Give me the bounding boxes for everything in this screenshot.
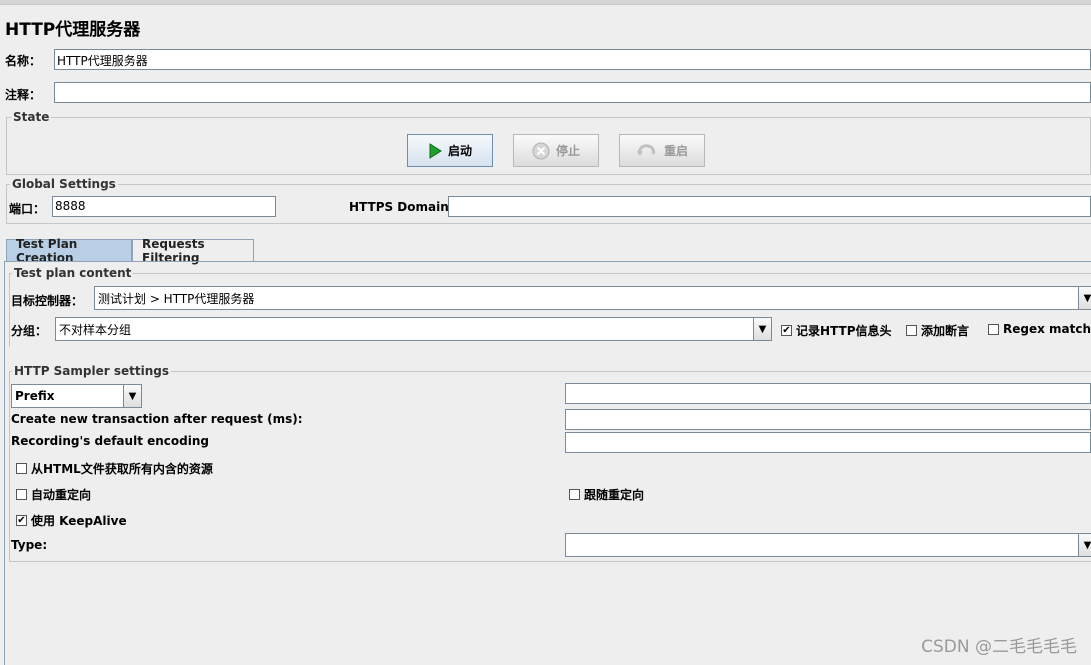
tab-requests-filtering[interactable]: Requests Filtering xyxy=(132,237,254,265)
global-settings-legend: Global Settings xyxy=(10,177,118,191)
default-encoding-label: Recording's default encoding xyxy=(11,434,209,448)
group-select[interactable]: 不对样本分组 ▼ xyxy=(55,317,772,341)
play-icon xyxy=(428,142,442,159)
watermark: CSDN @二毛毛毛毛 xyxy=(921,637,1077,657)
start-button-label: 启动 xyxy=(447,144,472,158)
chevron-down-icon: ▼ xyxy=(1078,287,1091,309)
target-controller-select[interactable]: 测试计划 > HTTP代理服务器 ▼ xyxy=(94,286,1091,310)
checkbox-checked-icon: ✔ xyxy=(781,324,792,336)
name-label: 名称： xyxy=(5,54,42,68)
checkbox-icon xyxy=(569,489,580,500)
auto-redirect-label: 自动重定向 xyxy=(31,488,92,502)
add-assertions-label: 添加断言 xyxy=(921,324,970,338)
start-button[interactable]: 启动 xyxy=(407,134,493,167)
prefix-field[interactable] xyxy=(565,383,1091,404)
restart-icon xyxy=(636,143,658,159)
transaction-delay-field[interactable] xyxy=(565,409,1091,430)
fetch-embedded-resources-checkbox[interactable]: 从HTML文件获取所有内含的资源 xyxy=(16,460,213,477)
regex-matching-checkbox[interactable]: Regex matching xyxy=(988,322,1091,336)
prefix-select[interactable]: Prefix ▼ xyxy=(11,384,142,408)
prefix-value: Prefix xyxy=(15,389,55,403)
page-title: HTTP代理服务器 xyxy=(5,20,141,40)
target-controller-label: 目标控制器： xyxy=(11,294,84,308)
keepalive-checkbox[interactable]: ✔ 使用 KeepAlive xyxy=(16,512,127,529)
target-controller-value: 测试计划 > HTTP代理服务器 xyxy=(98,291,255,306)
fetch-embedded-resources-label: 从HTML文件获取所有内含的资源 xyxy=(31,462,213,476)
follow-redirects-label: 跟随重定向 xyxy=(584,488,645,502)
chevron-down-icon: ▼ xyxy=(1078,534,1091,556)
record-http-headers-checkbox[interactable]: ✔ 记录HTTP信息头 xyxy=(781,322,892,339)
checkbox-checked-icon: ✔ xyxy=(16,514,27,526)
state-legend: State xyxy=(11,110,52,124)
checkbox-icon xyxy=(906,325,917,336)
name-field[interactable]: HTTP代理服务器 xyxy=(54,49,1091,70)
http-sampler-settings-legend: HTTP Sampler settings xyxy=(12,364,171,378)
stop-button[interactable]: 停止 xyxy=(513,134,599,167)
https-domains-label: HTTPS Domains: xyxy=(349,200,461,214)
regex-matching-label: Regex matching xyxy=(1003,322,1091,336)
auto-redirect-checkbox[interactable]: 自动重定向 xyxy=(16,486,91,503)
type-label: Type: xyxy=(11,538,48,552)
https-domains-field[interactable] xyxy=(448,196,1091,217)
restart-button[interactable]: 重启 xyxy=(619,134,705,167)
tab-test-plan-creation[interactable]: Test Plan Creation xyxy=(6,237,132,265)
stop-icon xyxy=(532,142,550,160)
port-label: 端口： xyxy=(9,202,46,216)
chevron-down-icon: ▼ xyxy=(123,385,141,407)
follow-redirects-checkbox[interactable]: 跟随重定向 xyxy=(569,486,644,503)
add-assertions-checkbox[interactable]: 添加断言 xyxy=(906,322,969,339)
restart-button-label: 重启 xyxy=(663,144,688,158)
stop-button-label: 停止 xyxy=(555,144,580,158)
chevron-down-icon: ▼ xyxy=(753,318,771,340)
top-strip xyxy=(0,0,1091,5)
transaction-delay-label: Create new transaction after request (ms… xyxy=(11,412,303,426)
default-encoding-field[interactable] xyxy=(565,432,1091,453)
type-select[interactable]: ▼ xyxy=(565,533,1091,557)
group-value: 不对样本分组 xyxy=(59,322,132,337)
test-plan-content-legend: Test plan content xyxy=(12,266,134,280)
port-field[interactable]: 8888 xyxy=(52,196,276,217)
comment-label: 注释： xyxy=(5,88,42,102)
checkbox-icon xyxy=(988,323,999,335)
group-label: 分组： xyxy=(11,324,48,338)
record-http-headers-label: 记录HTTP信息头 xyxy=(796,324,892,338)
keepalive-label: 使用 KeepAlive xyxy=(31,514,127,528)
comment-field[interactable] xyxy=(54,82,1091,103)
checkbox-icon xyxy=(16,463,27,474)
checkbox-icon xyxy=(16,489,27,500)
